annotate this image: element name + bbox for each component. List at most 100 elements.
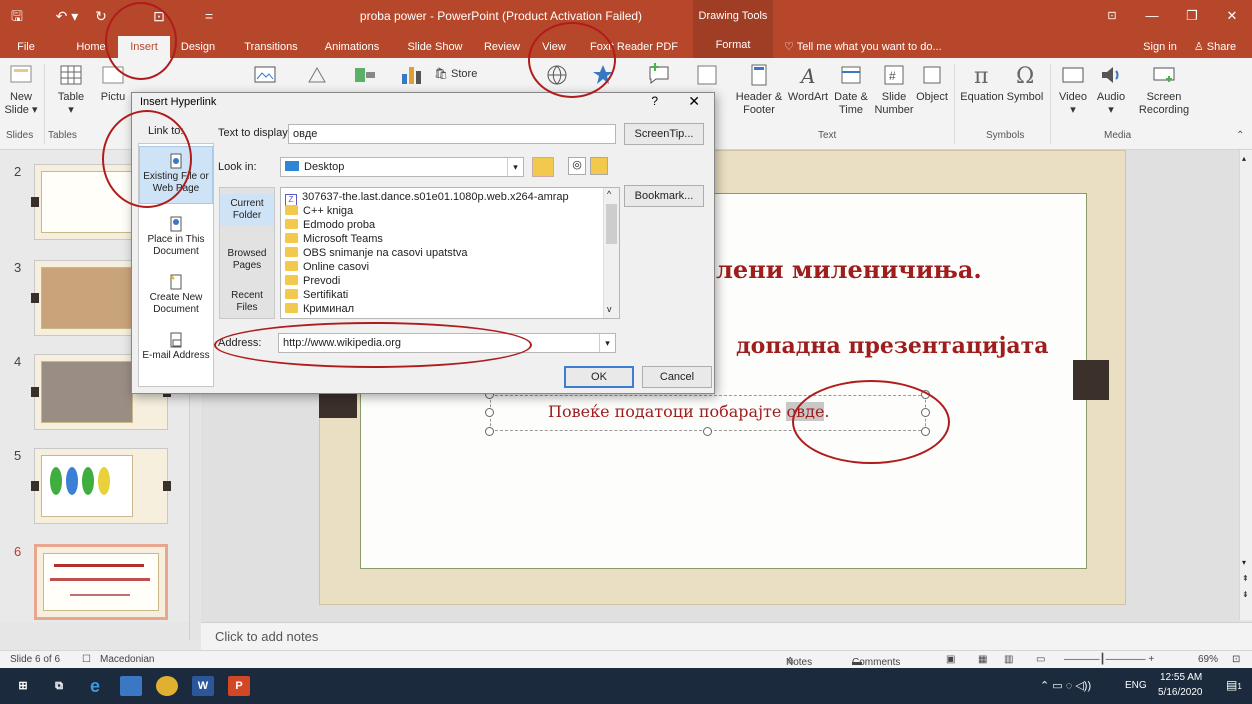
slide-sorter-icon[interactable]: ▦ (978, 654, 987, 665)
input-language[interactable]: ENG (1125, 680, 1147, 691)
action-center-icon[interactable]: ▤1 (1226, 678, 1242, 692)
ok-button[interactable]: OK (564, 366, 634, 388)
slide-body-line[interactable]: Повеќе податоци побарајте овде. (548, 402, 830, 421)
list-item[interactable]: Microsoft Teams (285, 232, 383, 247)
tab-animations[interactable]: Animations (314, 36, 390, 58)
chevron-down-icon[interactable]: ▾ (507, 158, 523, 176)
link-create-new-document[interactable]: Create New Document (139, 274, 213, 324)
comment-button[interactable] (636, 62, 682, 91)
nav-browsed-pages[interactable]: Browsed Pages (220, 244, 274, 276)
sign-in-link[interactable]: Sign in (1138, 36, 1182, 58)
object-button[interactable]: Object (914, 62, 950, 104)
share-button[interactable]: ♙ Share (1184, 36, 1246, 58)
undo-icon[interactable]: ↶ ▾ (50, 4, 84, 28)
fit-to-window-icon[interactable]: ⊡ (1232, 654, 1240, 665)
edge-icon[interactable]: e (84, 676, 106, 696)
header-footer-button[interactable]: Header & Footer (734, 62, 784, 117)
browse-file-icon[interactable] (590, 157, 608, 175)
system-tray-icons[interactable]: ⌃ ▭ ◌ ◁)) (1040, 679, 1091, 692)
clock-date[interactable]: 5/16/2020 (1158, 687, 1203, 698)
table-button[interactable]: Table ▾ (54, 62, 88, 117)
link-place-in-document[interactable]: Place in This Document (139, 216, 213, 266)
screen-recording-button[interactable]: Screen Recording (1134, 62, 1194, 117)
look-in-select[interactable]: Desktop ▾ (280, 157, 524, 177)
collapse-ribbon-icon[interactable]: ⌃ (1236, 130, 1244, 141)
normal-view-icon[interactable]: ▣ (946, 654, 955, 665)
equation-button[interactable]: π Equation (958, 62, 1006, 104)
tab-transitions[interactable]: Transitions (236, 36, 306, 58)
close-button[interactable]: ✕ (1212, 0, 1252, 32)
qat-more-icon[interactable]: = (196, 4, 222, 28)
resize-handle[interactable] (485, 408, 494, 417)
up-folder-icon[interactable] (532, 157, 554, 177)
slide-vertical-scrollbar[interactable]: ▴ ▾ ⇞ ⇟ (1239, 150, 1252, 620)
scroll-down-icon[interactable]: ▾ (1242, 558, 1246, 567)
list-item[interactable]: Online casovi (285, 260, 369, 275)
list-item[interactable]: C++ kniga (285, 204, 353, 219)
save-icon[interactable]: 🖫 (4, 4, 30, 28)
clock-time[interactable]: 12:55 AM (1160, 672, 1202, 683)
slideshow-view-icon[interactable]: ▭ (1036, 654, 1045, 665)
list-item[interactable]: OBS snimanje na casovi upatstva (285, 246, 467, 261)
tab-review[interactable]: Review (478, 36, 526, 58)
reading-view-icon[interactable]: ▥ (1004, 654, 1013, 665)
browse-web-icon[interactable]: ◎ (568, 157, 586, 175)
tab-file[interactable]: File (6, 36, 46, 58)
tab-format[interactable]: Format (693, 32, 773, 58)
list-item[interactable]: Sertifikati (285, 288, 348, 303)
date-time-button[interactable]: Date & Time (830, 62, 872, 117)
store-button[interactable]: 🛍 Store (434, 68, 488, 81)
list-item[interactable]: Edmodo proba (285, 218, 375, 233)
slide-subtitle-text[interactable]: допадна презентацијата (736, 333, 1049, 359)
symbol-button[interactable]: Ω Symbol (1004, 62, 1046, 104)
chevron-down-icon[interactable]: ▾ (599, 334, 615, 352)
scroll-up-icon[interactable]: ▴ (1242, 154, 1246, 163)
ribbon-display-icon[interactable]: ⊡ (1092, 0, 1132, 32)
zoom-level[interactable]: 69% (1198, 654, 1218, 665)
spell-check-icon[interactable]: ☐ (82, 654, 91, 665)
language-status[interactable]: Macedonian (100, 654, 154, 665)
nav-current-folder[interactable]: Current Folder (220, 194, 274, 226)
slide-thumbnail-6[interactable] (34, 544, 168, 620)
new-slide-button[interactable]: New Slide ▾ (4, 62, 38, 117)
powerpoint-icon[interactable]: P (228, 676, 250, 696)
bookmark-button[interactable]: Bookmark... (624, 185, 704, 207)
word-icon[interactable]: W (192, 676, 214, 696)
tab-design[interactable]: Design (172, 36, 224, 58)
shapes-button[interactable] (300, 62, 336, 91)
text-to-display-input[interactable]: овде (288, 124, 616, 144)
minimize-button[interactable]: — (1132, 0, 1172, 32)
link-email-address[interactable]: E-mail Address (139, 332, 213, 382)
task-view-icon[interactable]: ⧉ (48, 676, 70, 696)
notes-pane[interactable]: Click to add notes (201, 622, 1252, 650)
dialog-close-button[interactable]: ✕ (688, 93, 700, 110)
tab-slide-show[interactable]: Slide Show (398, 36, 472, 58)
chrome-icon[interactable] (156, 676, 178, 696)
resize-handle[interactable] (703, 427, 712, 436)
scroll-down-icon[interactable]: v (607, 304, 612, 314)
previous-slide-icon[interactable]: ⇞ (1242, 574, 1249, 583)
list-item[interactable]: Prevodi (285, 274, 340, 289)
smartart-button[interactable] (348, 62, 382, 91)
video-button[interactable]: Video ▾ (1056, 62, 1090, 117)
wordart-button[interactable]: A WordArt (786, 62, 830, 104)
screenshot-button[interactable] (248, 62, 282, 91)
help-button[interactable]: ? (651, 94, 658, 108)
windows-start-icon[interactable]: ⊞ (12, 676, 34, 696)
cancel-button[interactable]: Cancel (642, 366, 712, 388)
tell-me-search[interactable]: ♡ Tell me what you want to do... (784, 36, 964, 58)
slide-thumbnail-5[interactable] (31, 448, 171, 524)
list-item[interactable]: Z 307637-the.last.dance.s01e01.1080p.web.… (285, 190, 569, 206)
chart-button[interactable] (394, 62, 428, 91)
restore-button[interactable]: ❐ (1172, 0, 1212, 32)
file-explorer-icon[interactable] (120, 676, 142, 696)
zoom-slider[interactable]: –———┃———— + (1064, 654, 1154, 665)
nav-recent-files[interactable]: Recent Files (220, 286, 274, 318)
resize-handle[interactable] (485, 427, 494, 436)
slide-title-text[interactable]: лени миленичиња. (716, 255, 982, 284)
file-list-scrollbar[interactable]: ^ v (603, 188, 619, 318)
scroll-up-icon[interactable]: ^ (607, 189, 611, 199)
slide-number-button[interactable]: # Slide Number (874, 62, 914, 117)
scroll-thumb[interactable] (606, 204, 617, 244)
list-item[interactable]: Криминал (285, 302, 354, 317)
